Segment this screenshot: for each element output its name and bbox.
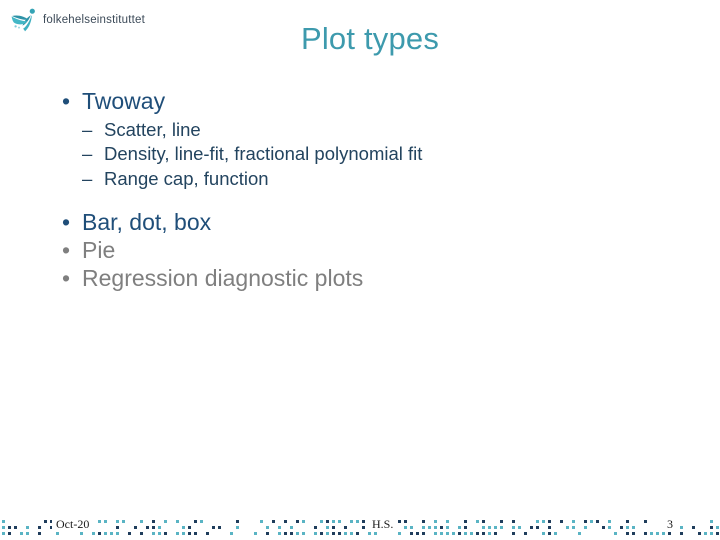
bullet-label: Regression diagnostic plots <box>82 265 364 292</box>
sub-bullet-item: – Range cap, function <box>82 167 690 191</box>
slide-footer: Oct-20 H.S. 3 <box>0 500 720 540</box>
sub-bullet-label: Density, line-fit, fractional polynomial… <box>104 143 423 165</box>
bullet-label: Pie <box>82 237 116 264</box>
sub-bullet-marker: – <box>82 167 93 189</box>
slide-title: Plot types <box>300 21 440 56</box>
sub-bullet-marker: – <box>82 143 93 165</box>
list-spacer <box>48 193 690 209</box>
bullet-marker: • <box>62 209 71 236</box>
running-figure-icon <box>11 8 35 32</box>
bullet-marker: • <box>62 265 71 292</box>
bullet-item: • Bar, dot, box <box>48 209 690 235</box>
bullet-item: • Pie <box>48 237 690 263</box>
sub-bullet-list: – Scatter, line – Density, line-fit, fra… <box>82 118 690 191</box>
sub-bullet-item: – Scatter, line <box>82 118 690 142</box>
footer-author: H.S. <box>368 516 398 532</box>
bullet-marker: • <box>62 88 71 114</box>
slide-body: • Twoway – Scatter, line – Density, line… <box>48 88 690 293</box>
footer-date: Oct-20 <box>52 516 94 532</box>
bullet-item: • Regression diagnostic plots <box>48 265 690 291</box>
bullet-list: • Twoway – Scatter, line – Density, line… <box>48 88 690 291</box>
bullet-label: Twoway <box>82 88 166 114</box>
bullet-marker: • <box>62 237 71 264</box>
bullet-item: • Twoway – Scatter, line – Density, line… <box>48 88 690 191</box>
sub-bullet-label: Scatter, line <box>104 118 201 140</box>
bullet-label: Bar, dot, box <box>82 209 212 236</box>
sub-bullet-label: Range cap, function <box>104 167 269 189</box>
sub-bullet-item: – Density, line-fit, fractional polynomi… <box>82 142 690 166</box>
slide-number: 3 <box>663 516 677 532</box>
sub-bullet-marker: – <box>82 118 93 140</box>
decorative-dot-pattern <box>2 520 719 535</box>
